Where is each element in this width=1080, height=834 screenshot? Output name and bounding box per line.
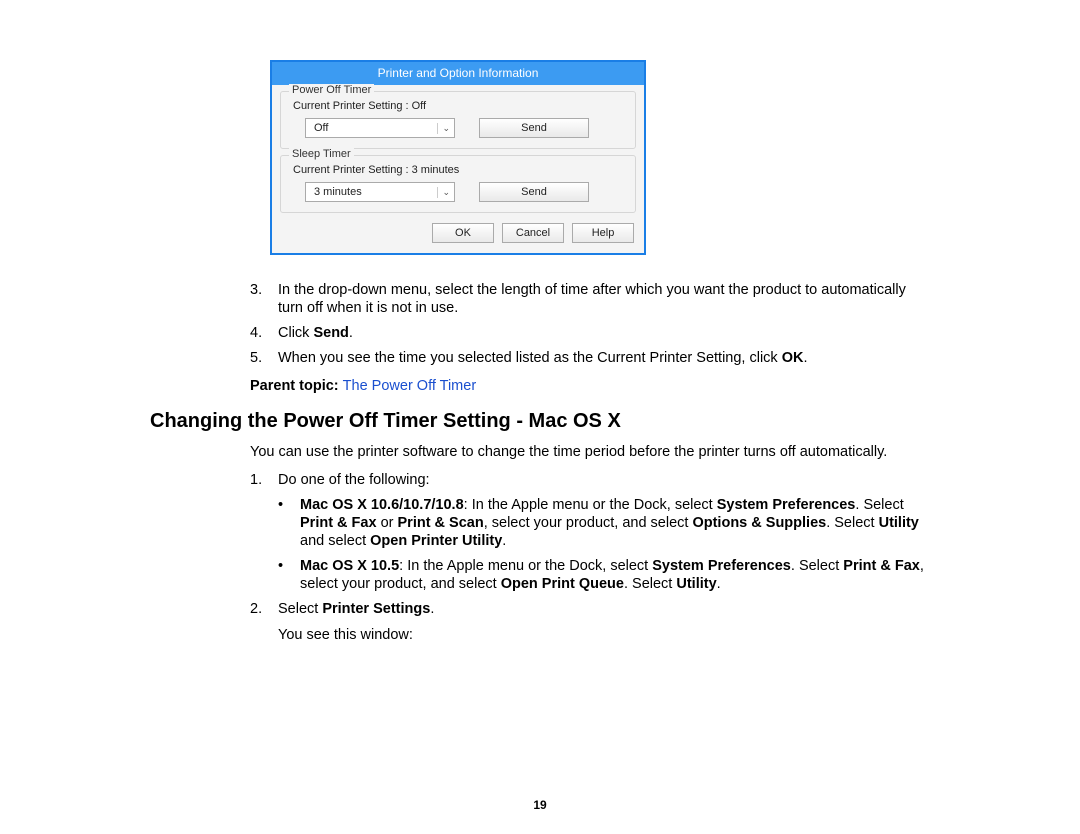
list-marker: 4. [250, 324, 278, 342]
dialog-screenshot: Printer and Option Information Power Off… [270, 60, 930, 255]
list-subtext: You see this window: [278, 626, 930, 644]
list-text: In the drop-down menu, select the length… [278, 281, 930, 317]
bullet-text: Mac OS X 10.5: In the Apple menu or the … [300, 557, 930, 593]
current-setting-text: Current Printer Setting : 3 minutes [293, 164, 629, 176]
page-number: 19 [0, 798, 1080, 812]
send-button[interactable]: Send [479, 118, 589, 138]
bullet-item: • Mac OS X 10.6/10.7/10.8: In the Apple … [278, 496, 930, 550]
parent-topic: Parent topic: The Power Off Timer [250, 378, 930, 394]
power-off-timer-group: Power Off Timer Current Printer Setting … [280, 91, 636, 149]
dialog-title: Printer and Option Information [272, 62, 644, 85]
list-item: 2. Select Printer Settings. You see this… [250, 600, 930, 643]
list-item: 5. When you see the time you selected li… [250, 349, 930, 367]
list-marker: 1. [250, 471, 278, 489]
parent-topic-link[interactable]: The Power Off Timer [343, 378, 477, 394]
sleep-timer-group: Sleep Timer Current Printer Setting : 3 … [280, 155, 636, 213]
current-setting-text: Current Printer Setting : Off [293, 100, 629, 112]
send-button[interactable]: Send [479, 182, 589, 202]
ordered-list: 1. Do one of the following: • Mac OS X 1… [150, 471, 930, 644]
bullet-marker: • [278, 557, 300, 593]
list-marker: 2. [250, 600, 278, 643]
list-item: 3. In the drop-down menu, select the len… [250, 281, 930, 317]
help-button[interactable]: Help [572, 223, 634, 243]
list-text: Do one of the following: [278, 471, 930, 489]
ok-button[interactable]: OK [432, 223, 494, 243]
list-text: Select Printer Settings. You see this wi… [278, 600, 930, 643]
chevron-down-icon: ⌄ [437, 187, 450, 198]
dropdown-value: Off [314, 122, 328, 134]
group-label: Power Off Timer [289, 84, 374, 96]
sleep-timer-dropdown[interactable]: 3 minutes ⌄ [305, 182, 455, 202]
bullet-marker: • [278, 496, 300, 550]
bullet-item: • Mac OS X 10.5: In the Apple menu or th… [278, 557, 930, 593]
bullet-text: Mac OS X 10.6/10.7/10.8: In the Apple me… [300, 496, 930, 550]
cancel-button[interactable]: Cancel [502, 223, 564, 243]
power-off-dropdown[interactable]: Off ⌄ [305, 118, 455, 138]
group-label: Sleep Timer [289, 148, 354, 160]
list-item: 4. Click Send. [250, 324, 930, 342]
section-heading: Changing the Power Off Timer Setting - M… [150, 410, 930, 433]
list-marker: 3. [250, 281, 278, 317]
list-item: 1. Do one of the following: [250, 471, 930, 489]
dropdown-value: 3 minutes [314, 186, 362, 198]
list-text: Click Send. [278, 324, 930, 342]
list-text: When you see the time you selected liste… [278, 349, 930, 367]
parent-topic-label: Parent topic: [250, 378, 343, 394]
intro-text: You can use the printer software to chan… [250, 443, 930, 461]
list-marker: 5. [250, 349, 278, 367]
chevron-down-icon: ⌄ [437, 123, 450, 134]
ordered-list-continuation: 3. In the drop-down menu, select the len… [150, 281, 930, 368]
printer-option-dialog: Printer and Option Information Power Off… [270, 60, 646, 255]
